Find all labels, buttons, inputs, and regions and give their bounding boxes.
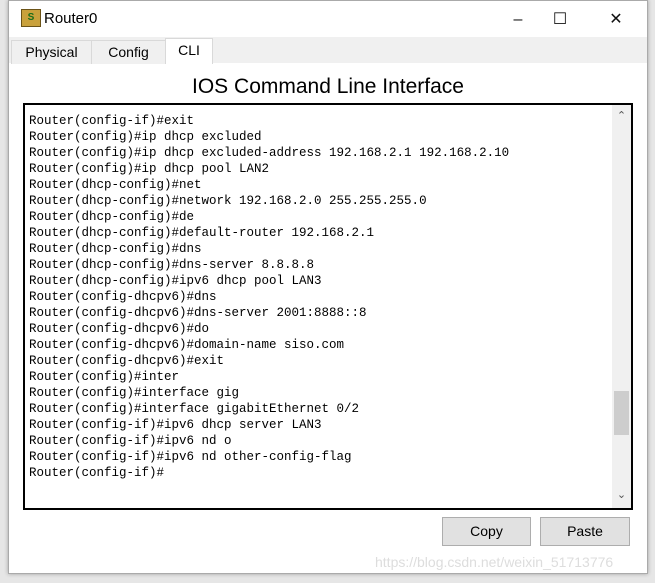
terminal-line: Router(dhcp-config)#ipv6 dhcp pool LAN3: [29, 274, 322, 288]
scroll-up-icon[interactable]: ⌃: [612, 109, 631, 127]
tab-physical[interactable]: Physical: [11, 40, 92, 64]
terminal-line: Router(config-dhcpv6)#exit: [29, 354, 225, 368]
terminal-line: Router(config-dhcpv6)#do: [29, 322, 210, 336]
terminal-line: Router(dhcp-config)#default-router 192.1…: [29, 226, 375, 240]
terminal-line: Router(config-if)#ipv6 dhcp server LAN3: [29, 418, 322, 432]
terminal-line: Router(dhcp-config)#net: [29, 178, 202, 192]
router-icon: S: [21, 9, 41, 27]
terminal-line: Router(config)#ip dhcp excluded-address …: [29, 146, 510, 160]
scrollbar[interactable]: ⌃ ⌄: [612, 105, 631, 508]
terminal-line: Router(config-if)#ipv6 nd o: [29, 434, 232, 448]
close-button[interactable]: ✕: [593, 7, 639, 33]
terminal-line: Router(config)#interface gig: [29, 386, 240, 400]
tab-bar: Physical Config CLI: [9, 37, 647, 64]
terminal-line: Router(config-dhcpv6)#domain-name siso.c…: [29, 338, 345, 352]
scrollbar-thumb[interactable]: [614, 391, 629, 435]
terminal-line: Router(dhcp-config)#network 192.168.2.0 …: [29, 194, 427, 208]
terminal-line: Router(config-if)#ipv6 nd other-config-f…: [29, 450, 352, 464]
terminal-line: Router(config-if)#: [29, 466, 165, 480]
tab-cli[interactable]: CLI: [165, 38, 213, 64]
window-title: Router0: [44, 10, 98, 27]
terminal-line: Router(dhcp-config)#dns-server 8.8.8.8: [29, 258, 315, 272]
terminal-line: Router(config-if)#exit: [29, 114, 195, 128]
terminal-line: Router(config-dhcpv6)#dns-server 2001:88…: [29, 306, 367, 320]
title-bar: S Router0 – ☐ ✕: [9, 1, 647, 37]
tab-config[interactable]: Config: [91, 40, 166, 64]
terminal-output: Router(config-if)#exit Router(config)#ip …: [29, 105, 510, 481]
maximize-button[interactable]: ☐: [537, 7, 583, 33]
terminal-line: Router(config-dhcpv6)#dns: [29, 290, 217, 304]
terminal-line: Router(dhcp-config)#dns: [29, 242, 202, 256]
terminal-line: Router(config)#interface gigabitEthernet…: [29, 402, 360, 416]
terminal-line: Router(config)#ip dhcp pool LAN2: [29, 162, 270, 176]
cli-terminal[interactable]: Router(config-if)#exit Router(config)#ip …: [23, 103, 633, 510]
terminal-line: Router(config)#ip dhcp excluded: [29, 130, 262, 144]
copy-button[interactable]: Copy: [442, 517, 531, 546]
page-title: IOS Command Line Interface: [192, 75, 464, 98]
scroll-down-icon[interactable]: ⌄: [612, 488, 631, 506]
terminal-line: Router(config)#inter: [29, 370, 180, 384]
terminal-line: Router(dhcp-config)#de: [29, 210, 195, 224]
watermark: https://blog.csdn.net/weixin_51713776: [375, 554, 614, 570]
minimize-button[interactable]: –: [495, 7, 541, 33]
paste-button[interactable]: Paste: [540, 517, 630, 546]
router-window: S Router0 – ☐ ✕ Physical Config CLI IOS …: [8, 0, 648, 574]
